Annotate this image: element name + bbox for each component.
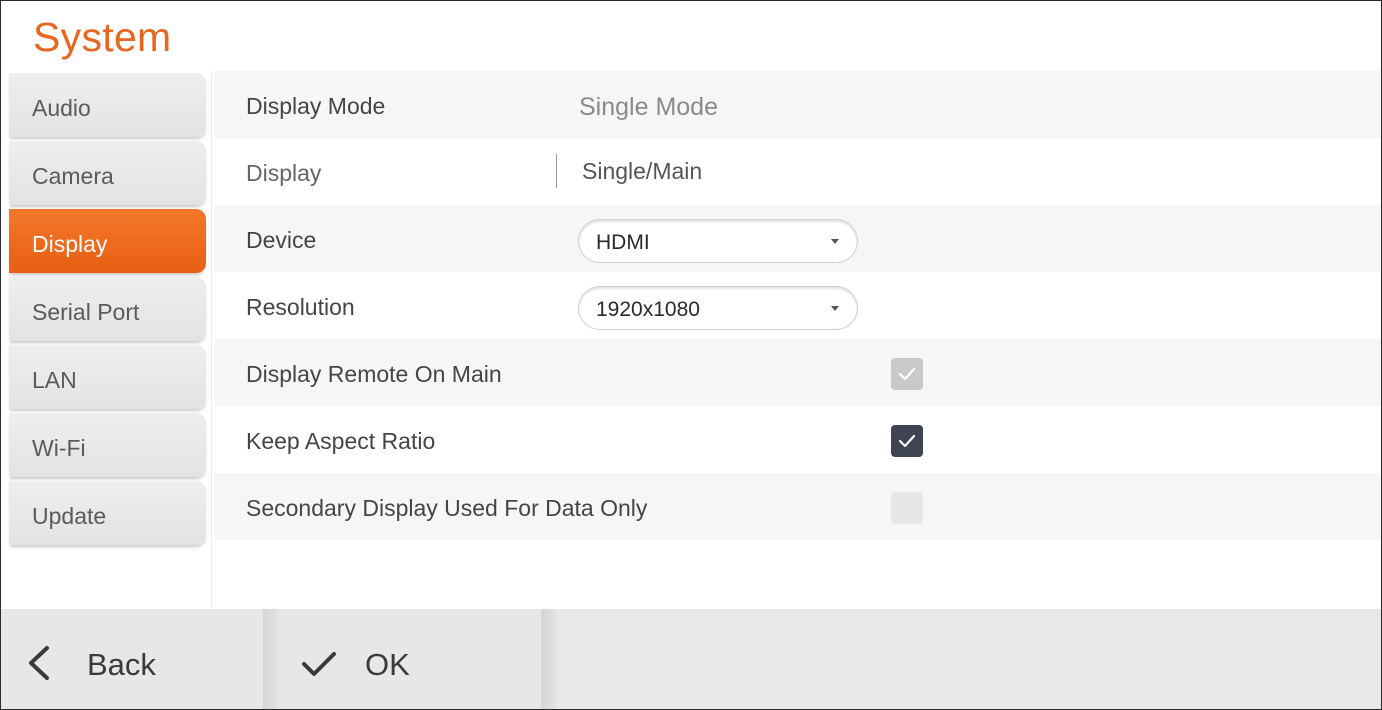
- checkmark-icon: [898, 434, 916, 448]
- sidebar: Audio Camera Display Serial Port LAN Wi-…: [9, 73, 206, 549]
- checkmark-icon: [898, 367, 916, 381]
- sidebar-item-label: Camera: [32, 163, 114, 189]
- button-separator: [541, 609, 557, 709]
- sidebar-item-audio[interactable]: Audio: [9, 73, 206, 137]
- display-settings-panel: Display Mode Single Mode Display Single/…: [214, 71, 1381, 540]
- resolution-row: Resolution 1920x1080: [214, 272, 1381, 339]
- checkmark-icon: [302, 652, 336, 676]
- display-row: Display Single/Main: [214, 138, 1381, 205]
- sidebar-item-label: Update: [32, 503, 107, 529]
- dropdown-arrow-icon: [831, 239, 839, 244]
- keep-aspect-ratio-row: Keep Aspect Ratio: [214, 406, 1381, 473]
- secondary-display-checkbox[interactable]: [891, 492, 923, 524]
- device-selected-value: HDMI: [596, 231, 650, 254]
- device-select[interactable]: HDMI: [578, 219, 858, 263]
- keep-aspect-ratio-label: Keep Aspect Ratio: [246, 428, 436, 454]
- chevron-left-icon: [29, 646, 49, 680]
- keep-aspect-ratio-checkbox[interactable]: [891, 425, 923, 457]
- page-title: System: [33, 14, 172, 60]
- sidebar-item-serial-port[interactable]: Serial Port: [9, 277, 206, 341]
- display-mode-row: Display Mode Single Mode: [214, 71, 1381, 138]
- resolution-label: Resolution: [246, 294, 355, 320]
- resolution-selected-value: 1920x1080: [596, 298, 700, 321]
- resolution-select[interactable]: 1920x1080: [578, 286, 858, 330]
- back-button-label: Back: [87, 647, 156, 682]
- dropdown-arrow-icon: [831, 306, 839, 311]
- display-remote-on-main-row: Display Remote On Main: [214, 339, 1381, 406]
- display-remote-on-main-label: Display Remote On Main: [246, 361, 502, 387]
- device-row: Device HDMI: [214, 205, 1381, 272]
- sidebar-item-label: Audio: [32, 95, 91, 121]
- display-value: Single/Main: [582, 158, 703, 184]
- secondary-display-row: Secondary Display Used For Data Only: [214, 473, 1381, 540]
- sidebar-item-wifi[interactable]: Wi-Fi: [9, 413, 206, 477]
- sidebar-item-label: LAN: [32, 367, 77, 393]
- bottom-action-bar: Back OK: [1, 609, 1381, 709]
- button-separator: [263, 609, 279, 709]
- sidebar-divider: [211, 73, 212, 608]
- ok-button[interactable]: OK: [279, 609, 543, 709]
- sidebar-item-update[interactable]: Update: [9, 481, 206, 545]
- back-button[interactable]: Back: [1, 609, 265, 709]
- sidebar-item-label: Serial Port: [32, 299, 140, 325]
- system-settings-window: System Audio Camera Display Serial Port …: [0, 0, 1382, 710]
- display-mode-label: Display Mode: [246, 93, 386, 119]
- ok-button-label: OK: [365, 647, 410, 682]
- sidebar-item-lan[interactable]: LAN: [9, 345, 206, 409]
- sidebar-item-display[interactable]: Display: [9, 209, 206, 273]
- secondary-display-label: Secondary Display Used For Data Only: [246, 495, 648, 521]
- display-label: Display: [246, 160, 322, 186]
- display-value-divider: [556, 154, 557, 188]
- device-label: Device: [246, 227, 317, 253]
- display-mode-value: Single Mode: [579, 93, 718, 121]
- display-remote-on-main-checkbox[interactable]: [891, 358, 923, 390]
- sidebar-item-label: Display: [32, 231, 108, 257]
- sidebar-item-camera[interactable]: Camera: [9, 141, 206, 205]
- sidebar-item-label: Wi-Fi: [32, 435, 86, 461]
